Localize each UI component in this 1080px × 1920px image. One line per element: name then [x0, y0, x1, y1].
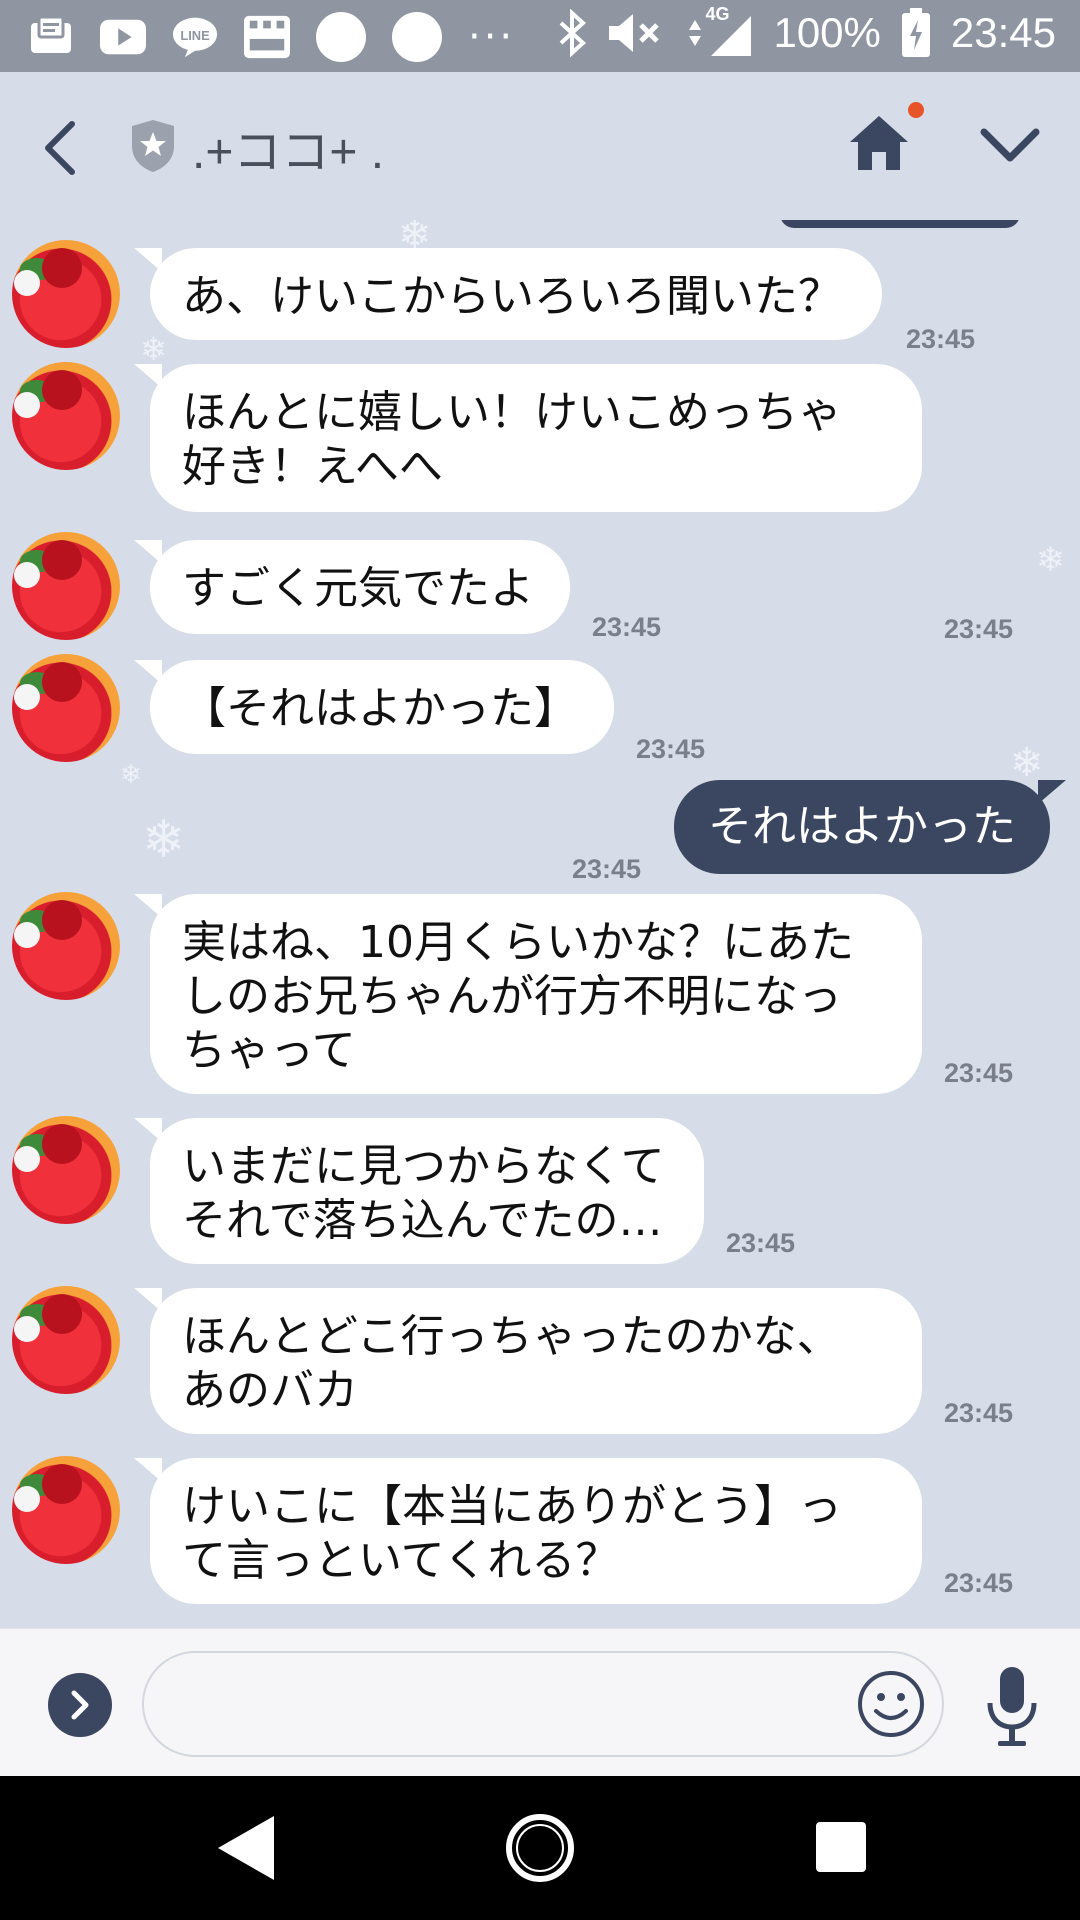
nav-home-icon[interactable] [504, 1812, 576, 1884]
mic-icon[interactable] [984, 1665, 1040, 1749]
battery-icon [901, 8, 930, 57]
battery-percent: 100% [773, 9, 881, 56]
line-icon: LINE [172, 14, 218, 60]
incoming-message-bubble[interactable]: ほんとどこ行っちゃったのかな、 あのバカ [134, 1288, 922, 1434]
incoming-message-bubble[interactable]: ほんとに嬉しい！けいこめっちゃ 好き！えへへ [134, 364, 922, 512]
notification-circle-icon [392, 12, 442, 62]
bluetooth-icon [560, 9, 587, 57]
avatar[interactable] [12, 240, 120, 348]
incoming-message-bubble[interactable]: 【それはよかった】 [134, 660, 614, 754]
message-timestamp: 23:45 [592, 612, 662, 642]
incoming-message-bubble[interactable]: 実はね、10月くらいかな？にあた しのお兄ちゃんが行方不明になっ ちゃって [134, 894, 922, 1094]
nav-back-icon[interactable] [214, 1812, 278, 1884]
system-navigation-bar [0, 1776, 1080, 1920]
snowflake-icon: ❄ [140, 330, 167, 368]
incoming-message-bubble[interactable]: いまだに見つからなくて それで落ち込んでたの… [134, 1118, 704, 1264]
message-timestamp: 23:45 [944, 1058, 1014, 1088]
chat-header: .+ココ+ . [0, 72, 1080, 220]
avatar[interactable] [12, 654, 120, 762]
mail-icon [28, 14, 74, 60]
avatar[interactable] [12, 892, 120, 1000]
chevron-down-icon[interactable] [978, 124, 1042, 168]
notification-circle-icon [316, 12, 366, 62]
youtube-icon [100, 14, 146, 60]
avatar[interactable] [12, 362, 120, 470]
status-bar: LINE ··· 4G 100% 23:45 [0, 0, 1080, 72]
chat-title: .+ココ+ . [192, 126, 385, 179]
svg-text:LINE: LINE [180, 28, 210, 43]
message-timestamp: 23:45 [636, 734, 706, 764]
rakuma-icon [244, 14, 290, 60]
previous-message-edge [780, 220, 1020, 228]
snowflake-icon: ❄ [142, 810, 186, 870]
message-timestamp: 23:45 [726, 1228, 796, 1258]
message-timestamp: 23:45 [944, 614, 1014, 644]
expand-menu-button[interactable] [48, 1673, 112, 1737]
message-timestamp: 23:45 [572, 854, 642, 884]
emoji-icon[interactable] [856, 1669, 926, 1739]
avatar[interactable] [12, 1456, 120, 1564]
message-timestamp: 23:45 [944, 1398, 1014, 1428]
nav-recent-apps-icon[interactable] [816, 1822, 866, 1872]
mute-icon [609, 14, 660, 52]
incoming-message-bubble[interactable]: すごく元気でたよ [134, 540, 570, 634]
snowflake-icon: ❄ [120, 760, 142, 790]
outgoing-message-bubble[interactable]: それはよかった [674, 780, 1066, 874]
snowflake-icon: ❄ [1036, 540, 1065, 580]
more-notifications-icon: ··· [468, 14, 516, 60]
incoming-message-bubble[interactable]: けいこに【本当にありがとう】っ て言っといてくれる？ [134, 1458, 922, 1604]
incoming-message-bubble[interactable]: あ、けいこからいろいろ聞いた？ [134, 248, 882, 340]
avatar[interactable] [12, 1286, 120, 1394]
message-input[interactable] [142, 1651, 944, 1757]
avatar[interactable] [12, 532, 120, 640]
back-icon[interactable] [40, 118, 80, 178]
message-timestamp: 23:45 [906, 324, 976, 354]
message-list[interactable]: ❄ ❄ ❄ ❄ ❄ ❄ あ、けいこからいろいろ聞いた？ 23:45 ほんとに嬉し… [0, 220, 1080, 1628]
shield-icon [132, 120, 174, 172]
notification-dot [908, 102, 924, 118]
avatar[interactable] [12, 1116, 120, 1224]
chevron-right-icon [71, 1690, 89, 1720]
home-icon[interactable] [848, 112, 910, 174]
signal-icon: 4G [683, 4, 753, 58]
message-input-bar [0, 1628, 1080, 1777]
message-timestamp: 23:45 [944, 1568, 1014, 1598]
status-time: 23:45 [950, 9, 1056, 56]
